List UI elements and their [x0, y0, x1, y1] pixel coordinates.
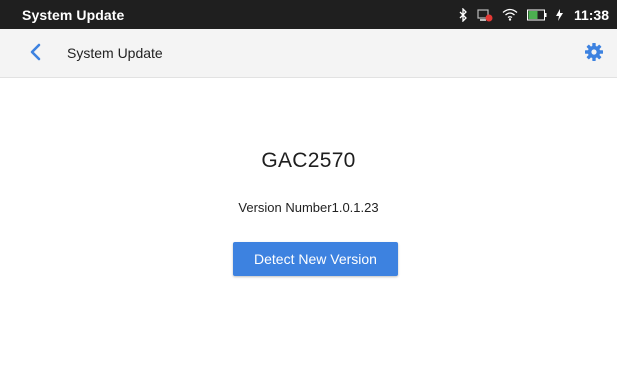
- bluetooth-icon: [458, 7, 468, 22]
- version-number: Version Number1.0.1.23: [238, 200, 379, 215]
- status-bar: System Update 11:38: [0, 0, 617, 29]
- status-bar-time: 11:38: [573, 6, 609, 23]
- app-bar: System Update: [0, 29, 617, 78]
- back-button[interactable]: [22, 41, 48, 67]
- page-title: System Update: [67, 45, 163, 61]
- status-icons: 11:38: [458, 7, 609, 23]
- wifi-icon: [502, 8, 518, 21]
- main-content: GAC2570 Version Number1.0.1.23 Detect Ne…: [0, 78, 617, 387]
- charging-icon: [555, 8, 563, 21]
- settings-button[interactable]: [581, 41, 607, 67]
- status-bar-title: System Update: [22, 6, 125, 23]
- gear-icon: [584, 42, 604, 67]
- back-arrow-icon: [28, 43, 42, 66]
- network-icon: [477, 8, 493, 22]
- detect-new-version-button[interactable]: Detect New Version: [233, 242, 398, 276]
- device-model: GAC2570: [261, 149, 356, 172]
- battery-icon: [526, 9, 547, 21]
